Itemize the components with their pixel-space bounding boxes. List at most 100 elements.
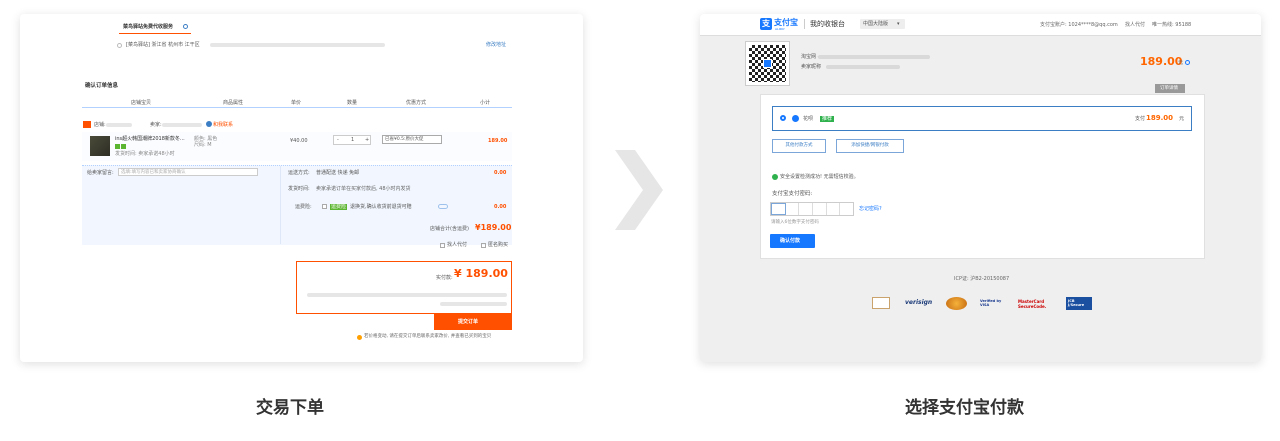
order-detail-tab[interactable]: 订单详情 bbox=[1155, 84, 1185, 93]
badge-verisign: verisign bbox=[905, 299, 933, 306]
insurance-tag: 运费险 bbox=[330, 204, 348, 210]
product-price: ¥40.00 bbox=[290, 138, 308, 144]
caption-pay: 选择支付宝付款 bbox=[905, 398, 1024, 418]
refresh-icon[interactable] bbox=[1185, 60, 1190, 65]
huabei-icon bbox=[792, 115, 799, 122]
address-detail bbox=[210, 43, 385, 47]
method-tag: 推荐 bbox=[820, 116, 835, 122]
delivery-value[interactable]: 普通配送 快递 免邮 bbox=[316, 170, 359, 176]
badge-coin-icon bbox=[946, 297, 967, 310]
warning-icon bbox=[357, 335, 362, 340]
alipay-brand-sub: ALIPAY bbox=[775, 27, 785, 31]
qty-value[interactable]: 1 bbox=[351, 137, 354, 143]
address-radio[interactable] bbox=[117, 43, 122, 48]
method-unit: 元 bbox=[1179, 116, 1185, 122]
method-pay-label: 支付 bbox=[1135, 116, 1146, 122]
actual-amount: ¥ 189.00 bbox=[454, 267, 508, 280]
method-radio[interactable] bbox=[780, 115, 786, 121]
tmall-shop-icon bbox=[83, 121, 91, 128]
footer-note: 若价格变动, 请在提交订单后联系卖家改价, 并查看已买到的宝贝 bbox=[364, 334, 492, 339]
message-placeholder: 选填:填写内容已和卖家协商确认 bbox=[121, 170, 186, 175]
forgot-pwd-link[interactable]: 忘记密码? bbox=[859, 206, 882, 212]
seller-name bbox=[162, 123, 202, 127]
alipay-brand: 支付宝 bbox=[774, 18, 798, 27]
pay-for-others-label: 找人代付 bbox=[447, 242, 468, 248]
other-methods-button[interactable]: 其他付款方式 bbox=[772, 139, 826, 153]
qr-alipay-icon bbox=[763, 59, 772, 68]
qty-minus[interactable]: - bbox=[337, 137, 339, 143]
qty-plus[interactable]: + bbox=[365, 137, 369, 143]
order-panel: 菜鸟驿站免费代收服务 [菜鸟驿站] 浙江省 杭州市 江干区 修改地址 确认订单信… bbox=[20, 14, 583, 362]
product-thumbnail[interactable] bbox=[90, 136, 110, 156]
pwd-input[interactable] bbox=[770, 202, 854, 216]
options-divider bbox=[280, 166, 281, 244]
badge-visa: Verified by VISA bbox=[980, 299, 1002, 307]
message-label: 给卖家留言: bbox=[87, 170, 114, 176]
help-icon bbox=[183, 24, 188, 29]
product-subtotal: 189.00 bbox=[488, 138, 508, 144]
pwd-cell-2 bbox=[786, 203, 800, 215]
modify-address-link[interactable]: 修改地址 bbox=[486, 42, 506, 48]
insurance-label: 运费险: bbox=[295, 204, 312, 210]
seller-name-label: 卖家昵称 bbox=[801, 64, 822, 70]
submit-order-button[interactable]: 提交订单 bbox=[434, 314, 512, 330]
ship-note-label: 发货时间: bbox=[288, 186, 310, 192]
pwd-cell-3 bbox=[799, 203, 814, 215]
badge-mastercard: MasterCard SecureCode. bbox=[1018, 299, 1047, 309]
link-pay-for-others[interactable]: 找人代付 bbox=[1125, 22, 1145, 28]
header-sep bbox=[804, 19, 805, 29]
merchant-name bbox=[818, 55, 930, 59]
account-label: 支付宝账户: 1024****8@qq.com bbox=[1040, 22, 1118, 28]
delivery-fee: 0.00 bbox=[494, 170, 507, 176]
product-title[interactable]: ins超火韩国潮牌2018新款冬... bbox=[115, 136, 185, 142]
ship-note: 卖家承诺订单在买家付款后, 48小时内发货 bbox=[316, 186, 411, 192]
icp-text: ICP证: 沪B2-20150087 bbox=[954, 276, 1010, 282]
insurance-info-icon[interactable] bbox=[438, 204, 448, 209]
address-text: [菜鸟驿站] 浙江省 杭州市 江干区 bbox=[126, 42, 200, 48]
badge-cert-icon bbox=[872, 297, 890, 309]
merchant-label: 淘宝网 - bbox=[801, 54, 820, 60]
cashier-title: 我的收银台 bbox=[810, 20, 845, 28]
pwd-hint: 请输入6位数字支付密码 bbox=[771, 220, 819, 225]
pay-method-row[interactable] bbox=[772, 106, 1192, 131]
confirm-pay-button[interactable]: 确认付款 bbox=[770, 234, 815, 248]
pwd-cell-6 bbox=[840, 203, 853, 215]
add-card-button[interactable]: 添加快捷/网银付款 bbox=[836, 139, 904, 153]
contact-seller[interactable]: 和我联系 bbox=[213, 122, 233, 128]
shop-label: 店铺: bbox=[94, 122, 106, 128]
header-divider bbox=[82, 107, 512, 108]
region-value: 中国大陆版 bbox=[863, 21, 889, 27]
chevron-down-icon: ▾ bbox=[897, 21, 900, 27]
anon-label: 匿名购买 bbox=[488, 242, 509, 248]
alipay-panel: 支 支付宝 ALIPAY 我的收银台 中国大陆版 ▾ 支付宝账户: 1024**… bbox=[700, 14, 1261, 362]
qty-stepper[interactable]: - 1 + bbox=[333, 135, 371, 145]
method-name: 花呗 bbox=[803, 116, 814, 122]
confirm-pay-label: 确认付款 bbox=[780, 238, 801, 244]
wangwang-icon[interactable] bbox=[206, 121, 212, 127]
qr-code[interactable] bbox=[745, 41, 790, 86]
order-detail-label: 订单详情 bbox=[1160, 86, 1178, 91]
anon-checkbox[interactable] bbox=[481, 243, 486, 248]
alipay-logo-icon: 支 bbox=[760, 18, 772, 30]
product-attrs: 颜色: 黑色 尺码: M bbox=[194, 136, 218, 148]
discount-select[interactable]: 已省¥0.5:原价大促 bbox=[382, 135, 442, 144]
security-check-icon bbox=[772, 174, 778, 180]
message-input[interactable]: 选填:填写内容已和卖家协商确认 bbox=[118, 168, 258, 176]
discount-value: 已省¥0.5:原价大促 bbox=[385, 137, 424, 142]
insurance-checkbox[interactable] bbox=[322, 204, 327, 209]
col-qty: 数量 bbox=[347, 100, 358, 106]
pwd-cell-5 bbox=[827, 203, 841, 215]
pwd-cell-1 bbox=[771, 203, 786, 215]
next-step-arrow-icon bbox=[615, 150, 663, 230]
order-amount: 189.00 bbox=[1140, 55, 1183, 68]
shipping-underline bbox=[119, 33, 191, 34]
pwd-cell-4 bbox=[813, 203, 827, 215]
product-ship-time: 发货时间: 卖家承诺48小时 bbox=[115, 151, 175, 157]
pay-for-others-checkbox[interactable] bbox=[440, 243, 445, 248]
shop-total-label: 店铺合计(含运费) bbox=[430, 226, 469, 232]
tag-green-2 bbox=[121, 144, 126, 149]
region-select[interactable]: 中国大陆版 ▾ bbox=[860, 19, 905, 29]
col-discount: 优惠方式 bbox=[406, 100, 427, 106]
col-subtotal: 小计 bbox=[480, 100, 491, 106]
shop-name bbox=[106, 123, 132, 127]
